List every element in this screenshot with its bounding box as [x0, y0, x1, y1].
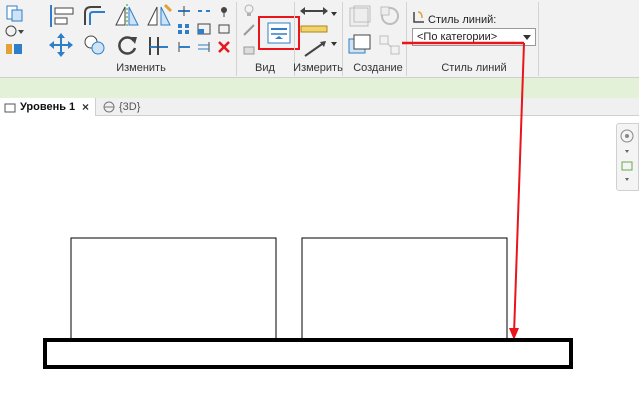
navigation-bar [616, 123, 639, 191]
annotation-pointer-arrow-line [513, 42, 525, 335]
wall-section-right[interactable] [301, 237, 508, 340]
steering-wheel-icon[interactable] [617, 124, 638, 190]
drawing-overlay [43, 41, 573, 369]
wall-section-left[interactable] [70, 237, 277, 340]
floor-slab[interactable] [43, 338, 573, 369]
